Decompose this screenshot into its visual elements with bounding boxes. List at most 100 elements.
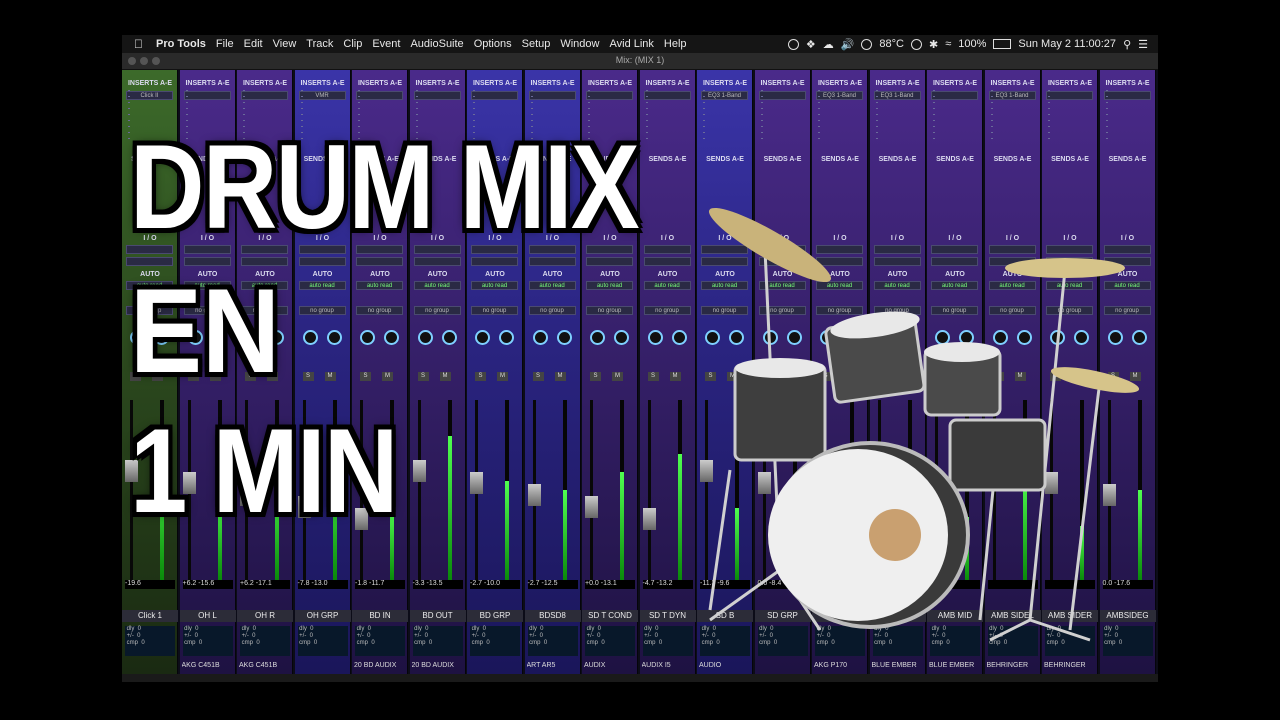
- volume-readout[interactable]: -2.7 -10.0: [470, 580, 520, 589]
- pan-knob[interactable]: [499, 330, 514, 345]
- battery-icon[interactable]: [993, 39, 1012, 49]
- insert-slot[interactable]: EQ3 1-Band: [701, 91, 748, 100]
- pan-knob[interactable]: [532, 330, 548, 345]
- pan-knob[interactable]: [384, 330, 399, 345]
- solo-button[interactable]: S: [360, 372, 371, 381]
- notification-center-icon[interactable]: ☰: [1138, 38, 1148, 51]
- mute-button[interactable]: M: [382, 372, 393, 381]
- automation-mode-select[interactable]: auto read: [528, 281, 576, 290]
- search-icon[interactable]: ⚲: [1123, 38, 1131, 51]
- insert-slot[interactable]: [356, 91, 403, 100]
- track-name[interactable]: OH L: [179, 610, 236, 622]
- menu-options[interactable]: Options: [469, 38, 517, 50]
- volume-readout[interactable]: -7.8 -13.0: [297, 580, 348, 589]
- menu-clip[interactable]: Clip: [338, 38, 367, 50]
- insert-slot[interactable]: [643, 91, 691, 100]
- temperature-readout[interactable]: 88°C: [879, 38, 904, 50]
- time-machine-icon[interactable]: [911, 38, 922, 50]
- wifi-icon[interactable]: ≈: [945, 38, 951, 50]
- group-select[interactable]: no group: [586, 306, 633, 315]
- insert-slot[interactable]: EQ3 1-Band: [873, 91, 921, 100]
- group-select[interactable]: no group: [413, 306, 461, 315]
- volume-fader-handle[interactable]: [642, 508, 656, 530]
- volume-icon[interactable]: 🔊: [841, 38, 855, 51]
- insert-slot[interactable]: [528, 91, 576, 100]
- automation-mode-select[interactable]: auto read: [471, 281, 518, 290]
- insert-slot[interactable]: [183, 91, 231, 100]
- menu-help[interactable]: Help: [659, 38, 692, 50]
- output-select[interactable]: [356, 257, 403, 266]
- insert-slot[interactable]: [931, 91, 978, 100]
- output-select[interactable]: [298, 257, 346, 266]
- volume-fader-track[interactable]: [642, 400, 656, 580]
- volume-readout[interactable]: -2.7 -12.5: [527, 580, 578, 589]
- menu-view[interactable]: View: [268, 38, 302, 50]
- automation-mode-select[interactable]: auto read: [586, 281, 633, 290]
- insert-slot[interactable]: [471, 91, 518, 100]
- output-select[interactable]: [586, 257, 633, 266]
- pan-knob[interactable]: [556, 330, 572, 345]
- track-name[interactable]: SD T COND: [582, 610, 638, 622]
- pan-knob[interactable]: [360, 330, 375, 345]
- volume-readout[interactable]: +6.2 -17.1: [240, 580, 290, 589]
- volume-readout[interactable]: -19.6: [125, 580, 175, 589]
- mute-button[interactable]: M: [554, 372, 566, 381]
- automation-mode-select[interactable]: auto read: [356, 281, 403, 290]
- insert-slot[interactable]: [1046, 91, 1093, 100]
- solo-button[interactable]: S: [475, 372, 486, 381]
- track-name[interactable]: Click 1: [122, 610, 178, 622]
- volume-readout[interactable]: -1.8 -11.7: [355, 580, 405, 589]
- pan-knob[interactable]: [417, 330, 433, 345]
- insert-slot[interactable]: [1103, 91, 1151, 100]
- volume-fader-handle[interactable]: [412, 460, 426, 482]
- insert-slot[interactable]: EQ3 1-Band: [988, 91, 1036, 100]
- automation-mode-select[interactable]: auto read: [298, 281, 346, 290]
- group-select[interactable]: no group: [356, 306, 403, 315]
- insert-slot[interactable]: Click II: [126, 91, 173, 100]
- track-name[interactable]: OH R: [237, 610, 293, 622]
- volume-fader-handle[interactable]: [585, 496, 598, 518]
- menu-window[interactable]: Window: [555, 38, 604, 50]
- volume-fader-handle[interactable]: [527, 484, 541, 506]
- solo-button[interactable]: S: [302, 372, 314, 381]
- volume-fader-track[interactable]: [585, 400, 598, 580]
- output-select[interactable]: [528, 257, 576, 266]
- volume-fader-track[interactable]: [470, 400, 483, 580]
- volume-readout[interactable]: -3.3 -13.5: [412, 580, 463, 589]
- mute-button[interactable]: M: [497, 372, 508, 381]
- solo-button[interactable]: S: [532, 372, 544, 381]
- solo-button[interactable]: S: [417, 372, 429, 381]
- pan-knob[interactable]: [475, 330, 490, 345]
- menu-edit[interactable]: Edit: [239, 38, 268, 50]
- menu-setup[interactable]: Setup: [517, 38, 556, 50]
- menu-track[interactable]: Track: [301, 38, 338, 50]
- insert-slot[interactable]: [758, 91, 806, 100]
- pan-knob[interactable]: [614, 330, 629, 345]
- sync-icon[interactable]: [861, 38, 873, 50]
- pan-knob[interactable]: [590, 330, 605, 345]
- bluetooth-icon[interactable]: ✱: [929, 38, 938, 51]
- menu-file[interactable]: File: [211, 38, 239, 50]
- volume-fader-track[interactable]: [412, 400, 426, 580]
- track-name[interactable]: BDSD8: [524, 610, 581, 622]
- app-menu[interactable]: Pro Tools: [151, 38, 211, 50]
- menu-avid-link[interactable]: Avid Link: [604, 38, 658, 50]
- menu-audiosuite[interactable]: AudioSuite: [405, 38, 468, 50]
- status-icon[interactable]: [787, 38, 799, 50]
- cloud-icon[interactable]: ☁: [823, 38, 834, 51]
- solo-button[interactable]: S: [647, 372, 659, 381]
- solo-button[interactable]: S: [590, 372, 601, 381]
- mute-button[interactable]: M: [324, 372, 336, 381]
- pan-knob[interactable]: [326, 330, 342, 345]
- insert-slot[interactable]: VMR: [298, 91, 346, 100]
- output-select[interactable]: [413, 257, 461, 266]
- automation-mode-select[interactable]: auto read: [413, 281, 461, 290]
- dropbox-icon[interactable]: ❖: [806, 38, 816, 51]
- output-select[interactable]: [471, 257, 518, 266]
- insert-slot[interactable]: [586, 91, 633, 100]
- pan-knob[interactable]: [647, 330, 663, 345]
- insert-slot[interactable]: [241, 91, 288, 100]
- group-select[interactable]: no group: [471, 306, 518, 315]
- mute-button[interactable]: M: [612, 372, 623, 381]
- group-select[interactable]: no group: [528, 306, 576, 315]
